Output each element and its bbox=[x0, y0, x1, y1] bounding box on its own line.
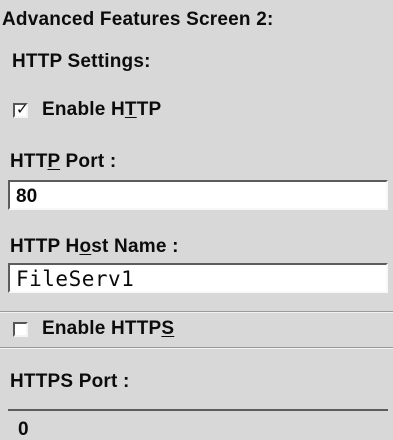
http-port-input[interactable]: 80 bbox=[8, 180, 388, 210]
http-settings-heading: HTTP Settings: bbox=[12, 51, 151, 72]
https-port-input[interactable]: 0 bbox=[8, 409, 388, 440]
https-port-label: HTTPS Port : bbox=[10, 371, 130, 392]
http-host-name-value: FileServ1 bbox=[16, 267, 135, 291]
checkmark-icon: ✓ bbox=[16, 101, 29, 118]
enable-http-checkbox[interactable]: ✓ bbox=[13, 101, 29, 118]
screen-title: Advanced Features Screen 2: bbox=[2, 9, 274, 30]
http-port-value: 80 bbox=[16, 186, 38, 207]
enable-https-label[interactable]: Enable HTTPS bbox=[42, 319, 174, 338]
https-port-value: 0 bbox=[18, 419, 29, 440]
enable-http-label[interactable]: Enable HTTP bbox=[42, 100, 161, 119]
separator-top bbox=[0, 311, 393, 313]
http-host-name-label: HTTP Host Name : bbox=[10, 236, 179, 257]
enable-https-checkbox[interactable] bbox=[13, 322, 28, 337]
http-port-label: HTTP Port : bbox=[10, 151, 117, 172]
http-host-name-input[interactable]: FileServ1 bbox=[8, 263, 388, 293]
separator-bottom bbox=[0, 347, 393, 349]
